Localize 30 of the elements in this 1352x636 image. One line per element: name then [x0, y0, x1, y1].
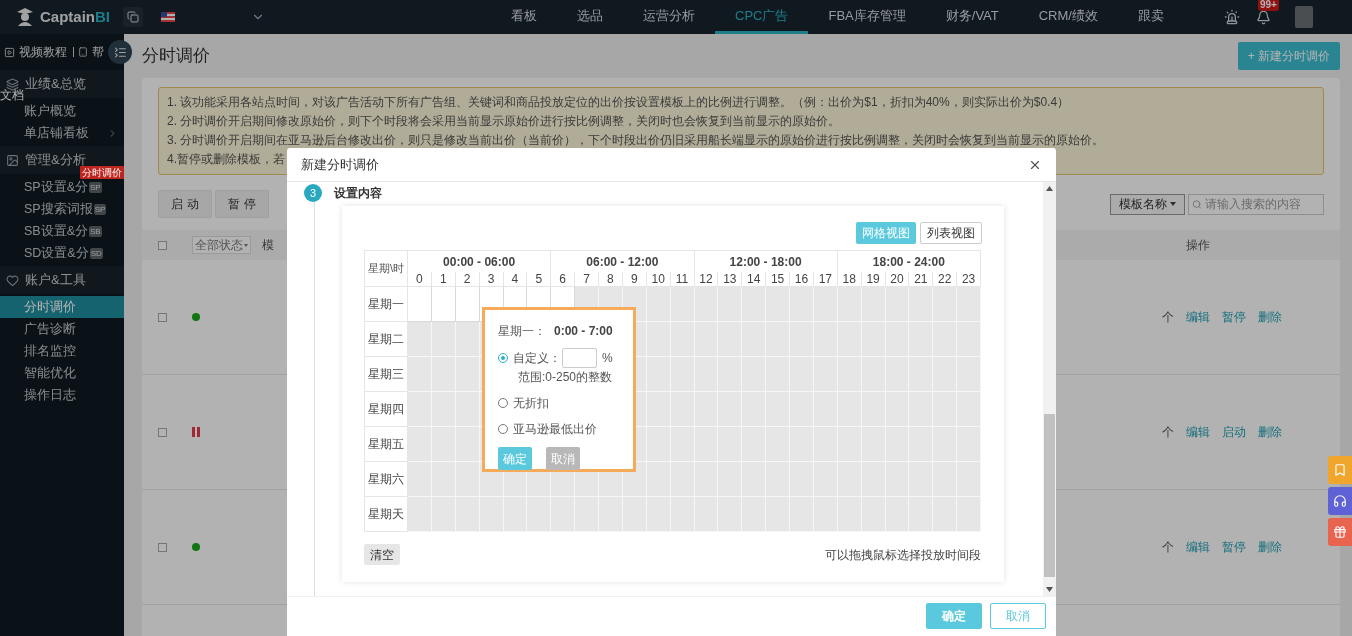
- tag-label: SD: [89, 247, 103, 259]
- time-range-header: 12:00 - 18:00: [694, 251, 838, 272]
- logo-text: CaptainBI: [40, 6, 110, 27]
- step-number: 3: [304, 184, 322, 202]
- column-header: 模: [262, 237, 275, 254]
- drag-hint: 可以拖拽鼠标选择投放时间段: [825, 546, 981, 564]
- notice-line: 3. 分时调价开启期间在亚马逊后台修改出价，则只是修改当前出价（当前价），下个时段出价仍旧采用船长端显示的原始价进行按比例调整，关闭时会恢复到当前显示的原始价。: [167, 132, 1105, 149]
- table-cell-text: 个: [1162, 309, 1174, 326]
- time-range-header: 06:00 - 12:00: [551, 251, 695, 272]
- column-header: 操作: [1186, 237, 1211, 254]
- notice-line: 4.暂停或删除模板，若: [167, 151, 285, 168]
- tag-label: SP: [93, 203, 107, 215]
- range-hint: 范围:0-250的整数: [518, 369, 614, 386]
- popup-time-range: 0:00 - 7:00: [554, 323, 613, 340]
- time-range-header: 18:00 - 24:00: [837, 251, 981, 272]
- table-cell-text: 个: [1162, 424, 1174, 441]
- time-range-header: 00:00 - 06:00: [408, 251, 552, 272]
- notification-count: 99+: [1257, 0, 1279, 11]
- notice-line: 2. 分时调价开启期间修改原始价，则下个时段将会采用当前显示原始价进行按比例调整，关闭时也会恢复到当前显示的原始价。: [167, 113, 841, 130]
- notice-line: 1. 该功能采用各站点时间，对该广告活动下所有广告组、关键词和商品投放定位的出价按设置模板上的比例进行调整。（例：出价为$1，折扣为40%，则实际出价为$0.4）: [167, 94, 1070, 111]
- corner-header: 星期\时: [365, 251, 408, 287]
- step-title: 设置内容: [334, 185, 382, 202]
- percent-unit: %: [602, 350, 613, 367]
- popup-day: 星期一：: [498, 322, 546, 340]
- table-cell-text: 个: [1162, 539, 1174, 556]
- page-title: 分时调价: [142, 45, 210, 68]
- new-feature-badge: 分时调价: [80, 166, 124, 179]
- modal-title: 新建分时调价: [301, 155, 379, 174]
- tag-label: SP: [89, 181, 102, 193]
- tag-label: SB: [89, 225, 102, 237]
